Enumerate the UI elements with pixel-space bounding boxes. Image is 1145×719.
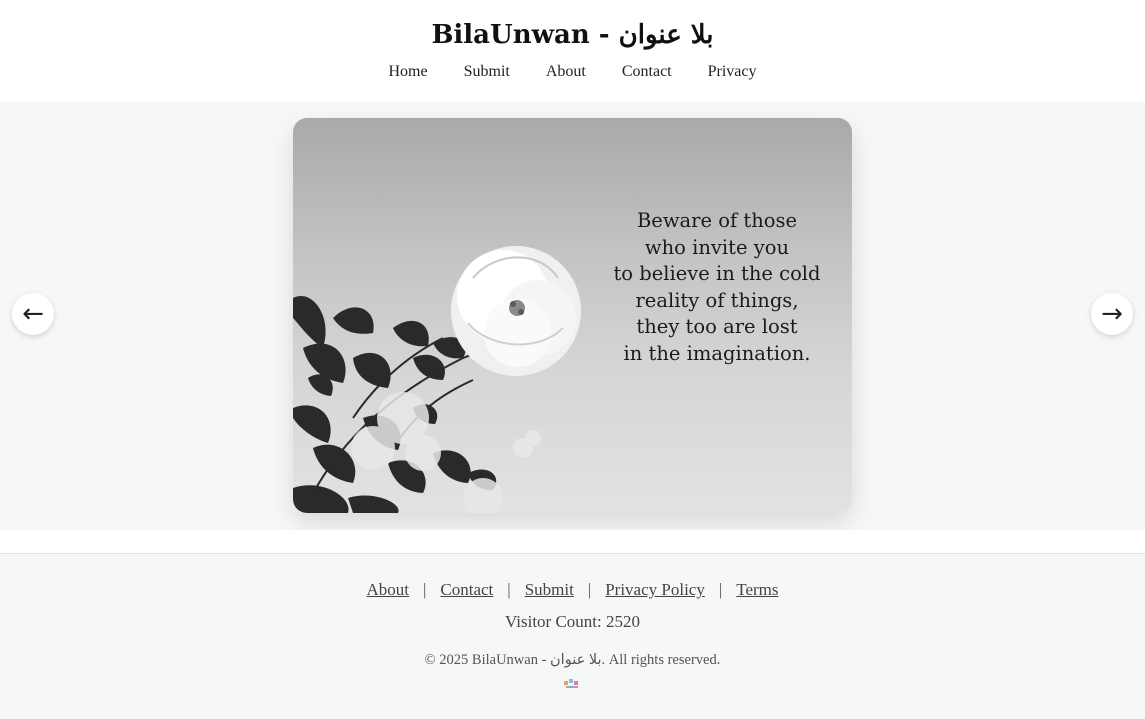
copyright-notice: © 2025 BilaUnwan - بلا عنوان. All rights… <box>424 652 721 668</box>
badge-icon <box>564 679 578 688</box>
footer-separator: | <box>718 580 723 599</box>
footer-separator: | <box>587 580 592 599</box>
footer-link-contact[interactable]: Contact <box>440 580 493 600</box>
footer-link-terms[interactable]: Terms <box>736 580 778 600</box>
nav-contact[interactable]: Contact <box>622 63 672 81</box>
site-title[interactable]: BilaUnwan - بلا عنوان <box>0 20 1145 50</box>
footer-separator: | <box>422 580 427 599</box>
nav-about[interactable]: About <box>546 63 586 81</box>
content-spacer <box>0 530 1145 554</box>
arrow-right-icon: → <box>1101 299 1123 329</box>
quote-text: Beware of those who invite you to believ… <box>605 208 829 367</box>
nav-privacy[interactable]: Privacy <box>708 63 757 81</box>
quote-line: to believe in the cold <box>613 262 821 285</box>
quote-line: who invite you <box>644 235 790 259</box>
previous-slide-button[interactable]: ← <box>12 293 54 335</box>
nav-home[interactable]: Home <box>389 63 428 81</box>
site-header: BilaUnwan - بلا عنوان Home Submit About … <box>0 0 1145 102</box>
footer-separator: | <box>507 580 511 599</box>
visitor-count: Visitor Count: 2520 <box>505 612 640 631</box>
arrow-left-icon: ← <box>22 299 44 329</box>
quote-line: reality of things, <box>635 288 799 312</box>
quote-carousel: Beware of those who invite you to believ… <box>0 102 1145 530</box>
quote-line: in the imagination. <box>623 341 811 365</box>
quote-line: they too are lost <box>636 315 798 338</box>
footer-link-submit[interactable]: Submit <box>525 580 574 600</box>
site-footer: About | Contact | Submit | Privacy Polic… <box>0 554 1145 719</box>
footer-link-about[interactable]: About <box>366 580 409 600</box>
quote-line: Beware of those <box>636 209 798 232</box>
nav-submit[interactable]: Submit <box>464 63 510 81</box>
quote-image: Beware of those who invite you to believ… <box>293 118 852 513</box>
footer-link-privacy-policy[interactable]: Privacy Policy <box>605 580 705 600</box>
next-slide-button[interactable]: → <box>1091 293 1133 335</box>
main-nav: Home Submit About Contact Privacy <box>0 63 1145 81</box>
footer-links: About | Contact | Submit | Privacy Polic… <box>0 580 1145 600</box>
